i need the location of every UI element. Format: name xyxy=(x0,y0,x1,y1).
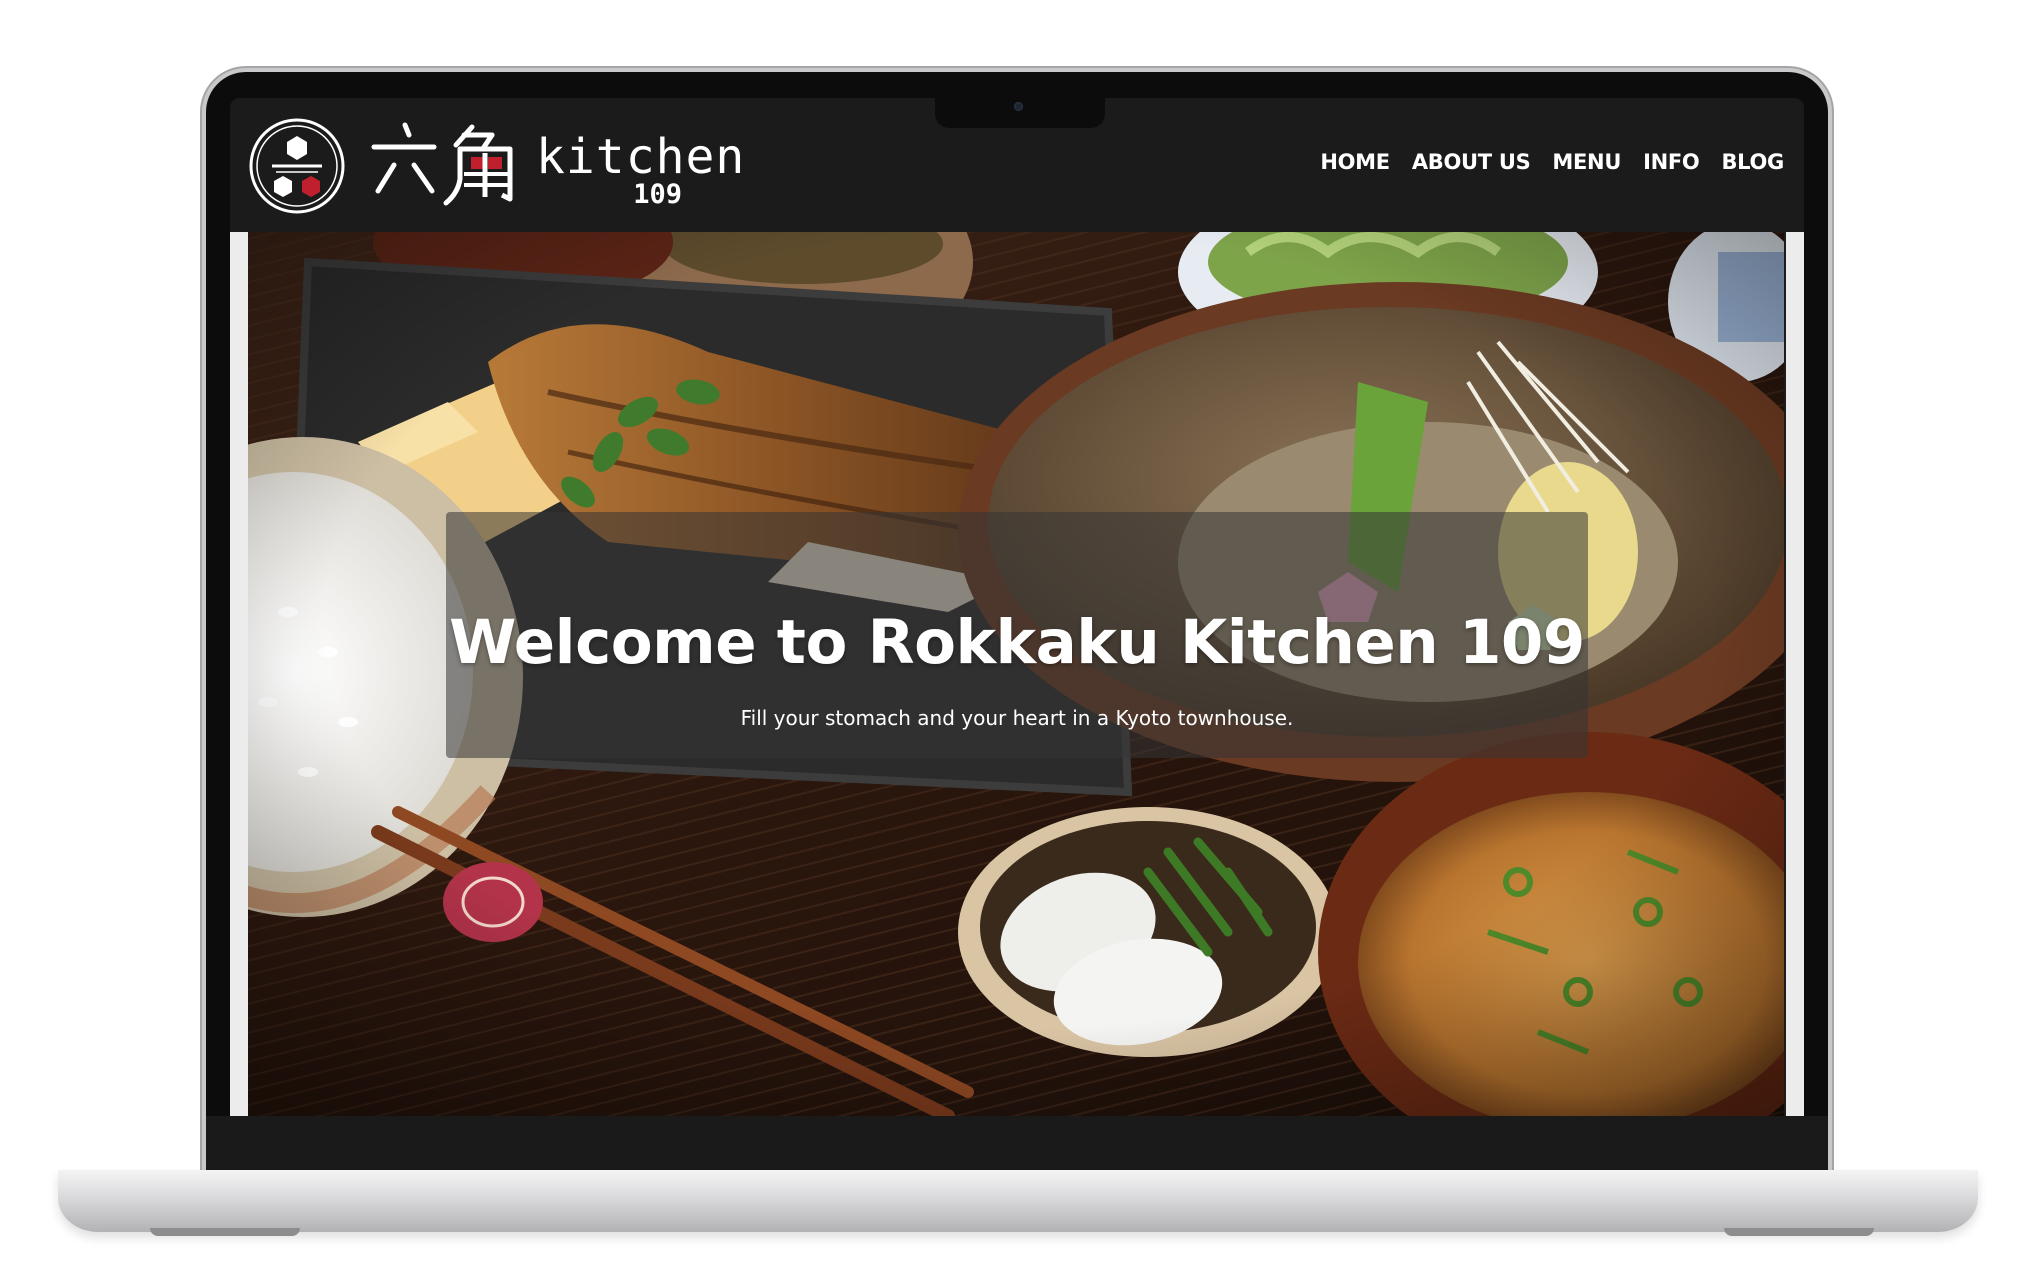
logo-number-text: 109 xyxy=(633,179,682,210)
hero-section: Welcome to Rokkaku Kitchen 109 Fill your… xyxy=(248,232,1784,1116)
hero-subtitle: Fill your stomach and your heart in a Ky… xyxy=(740,706,1294,730)
browser-screen: 六角 kitchen 109 HOME ABOUT US MENU INFO B… xyxy=(230,98,1804,1116)
bottom-bezel xyxy=(206,1116,1828,1172)
nav-info[interactable]: INFO xyxy=(1643,150,1700,174)
logo-kanji-text: 六角 xyxy=(518,119,519,120)
hero-left-gutter xyxy=(230,232,248,1116)
logo-kanji: 六角 xyxy=(368,119,518,214)
logo-wordmark: kitchen 109 xyxy=(536,121,744,211)
camera-notch xyxy=(935,96,1105,128)
nav-menu[interactable]: MENU xyxy=(1552,150,1621,174)
site-logo[interactable]: 六角 kitchen 109 xyxy=(248,116,744,216)
nav-about-us[interactable]: ABOUT US xyxy=(1412,150,1531,174)
main-nav: HOME ABOUT US MENU INFO BLOG xyxy=(1320,150,1784,174)
hero-right-gutter xyxy=(1786,232,1804,1116)
hero-title: Welcome to Rokkaku Kitchen 109 xyxy=(449,606,1585,678)
hero-text-panel: Welcome to Rokkaku Kitchen 109 Fill your… xyxy=(446,512,1588,758)
nav-home[interactable]: HOME xyxy=(1320,150,1390,174)
laptop-base xyxy=(58,1170,1978,1232)
nav-blog[interactable]: BLOG xyxy=(1721,150,1784,174)
laptop-foot-left xyxy=(150,1228,300,1236)
hexagon-emblem-icon xyxy=(248,117,346,215)
logo-kitchen-text: kitchen xyxy=(536,129,746,185)
laptop-foot-right xyxy=(1724,1228,1874,1236)
camera-icon xyxy=(1014,102,1023,111)
